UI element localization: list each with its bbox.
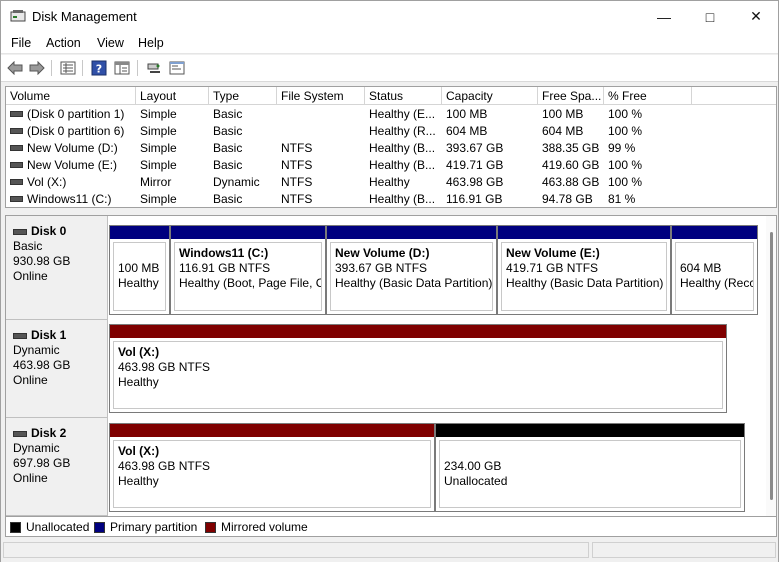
partition-color-bar — [436, 424, 744, 437]
partition-color-bar — [171, 226, 325, 239]
volume-icon — [10, 178, 23, 185]
status-pane — [3, 542, 589, 558]
partition-color-bar — [110, 424, 434, 437]
partition-disk0-efi[interactable]: 100 MB Healthy — [109, 225, 170, 315]
column-status[interactable]: Status — [365, 87, 442, 105]
legend-swatch — [94, 521, 105, 533]
disk-icon — [13, 228, 27, 235]
maximize-button[interactable]: □ — [687, 1, 733, 32]
partition-color-bar — [498, 226, 670, 239]
partition-color-bar — [110, 325, 726, 338]
svg-text:?: ? — [96, 63, 102, 76]
toolbar-separator — [51, 60, 52, 76]
partition-unallocated-disk2[interactable]: 234.00 GB Unallocated — [435, 423, 745, 512]
window-title: Disk Management — [32, 9, 137, 24]
legend-mirrored-volume: Mirrored volume — [205, 520, 308, 534]
volume-list-header: Volume Layout Type File System Status Ca… — [6, 87, 776, 105]
disk-management-app-icon — [10, 10, 26, 22]
volume-icon — [10, 127, 23, 134]
partition-vol-x-disk2[interactable]: Vol (X:) 463.98 GB NTFS Healthy — [109, 423, 435, 512]
disk-icon — [13, 430, 27, 437]
scrollbar-thumb[interactable] — [770, 232, 773, 500]
forward-icon[interactable] — [28, 59, 46, 77]
partition-color-bar — [672, 226, 757, 239]
title-bar[interactable]: Disk Management — □ ✕ — [1, 1, 778, 32]
menu-help[interactable]: Help — [138, 36, 164, 50]
disk-area-scrollbar[interactable] — [766, 216, 776, 516]
menu-bar: File Action View Help — [1, 32, 778, 54]
partition-new-volume-e[interactable]: New Volume (E:) 419.71 GB NTFS Healthy (Ba… — [497, 225, 671, 315]
console-icon[interactable] — [168, 59, 186, 77]
partition-color-bar — [327, 226, 496, 239]
legend-unallocated: Unallocated — [10, 520, 89, 534]
menu-file[interactable]: File — [11, 36, 31, 50]
toolbar-separator — [137, 60, 138, 76]
partition-vol-x-disk1[interactable]: Vol (X:) 463.98 GB NTFS Healthy — [109, 324, 727, 413]
partition-new-volume-d[interactable]: New Volume (D:) 393.67 GB NTFS Healthy (Ba… — [326, 225, 497, 315]
table-row[interactable]: (Disk 0 partition 6) Simple Basic Health… — [6, 123, 776, 140]
toolbar-separator — [82, 60, 83, 76]
connect-icon[interactable] — [145, 59, 163, 77]
legend-swatch — [10, 521, 21, 533]
minimize-button[interactable]: — — [641, 1, 687, 32]
status-bar — [1, 538, 778, 562]
menu-action[interactable]: Action — [46, 36, 81, 50]
close-button[interactable]: ✕ — [733, 1, 779, 32]
partition-color-bar — [110, 226, 169, 239]
toolbar: ? — [1, 55, 778, 82]
disk-1-label[interactable]: Disk 1 Dynamic 463.98 GB Online — [6, 320, 108, 418]
status-pane — [592, 542, 776, 558]
column-type[interactable]: Type — [209, 87, 277, 105]
table-row[interactable]: New Volume (E:) Simple Basic NTFS Health… — [6, 157, 776, 174]
back-icon[interactable] — [6, 59, 24, 77]
disk-0-label[interactable]: Disk 0 Basic 930.98 GB Online — [6, 216, 108, 320]
disk-2-label[interactable]: Disk 2 Dynamic 697.98 GB Online — [6, 418, 108, 516]
column-capacity[interactable]: Capacity — [442, 87, 538, 105]
disk-graphical-view[interactable]: Disk 0 Basic 930.98 GB Online 100 MB Heal… — [5, 215, 777, 517]
legend: Unallocated Primary partition Mirrored v… — [5, 517, 777, 537]
partition-disk0-recovery[interactable]: 604 MB Healthy (Recc — [671, 225, 758, 315]
legend-primary-partition: Primary partition — [94, 520, 197, 534]
column-file-system[interactable]: File System — [277, 87, 365, 105]
list-view-icon[interactable] — [59, 59, 77, 77]
disk-icon — [13, 332, 27, 339]
table-row[interactable]: (Disk 0 partition 1) Simple Basic Health… — [6, 106, 776, 123]
menu-view[interactable]: View — [97, 36, 124, 50]
column-layout[interactable]: Layout — [136, 87, 209, 105]
table-row[interactable]: New Volume (D:) Simple Basic NTFS Health… — [6, 140, 776, 157]
column-volume[interactable]: Volume — [6, 87, 136, 105]
column-percent-free[interactable]: % Free — [604, 87, 692, 105]
disk-management-window: Disk Management — □ ✕ File Action View H… — [0, 0, 779, 562]
volume-icon — [10, 195, 23, 202]
help-icon[interactable]: ? — [90, 59, 108, 77]
legend-swatch — [205, 521, 216, 533]
table-row[interactable]: Vol (X:) Mirror Dynamic NTFS Healthy 463… — [6, 174, 776, 191]
table-row[interactable]: Windows11 (C:) Simple Basic NTFS Healthy… — [6, 191, 776, 207]
volume-icon — [10, 161, 23, 168]
volume-list[interactable]: Volume Layout Type File System Status Ca… — [5, 86, 777, 208]
properties-icon[interactable] — [113, 59, 131, 77]
volume-icon — [10, 144, 23, 151]
volume-icon — [10, 110, 23, 117]
partition-windows11-c[interactable]: Windows11 (C:) 116.91 GB NTFS Healthy (Boo… — [170, 225, 326, 315]
column-free-space[interactable]: Free Spa... — [538, 87, 604, 105]
